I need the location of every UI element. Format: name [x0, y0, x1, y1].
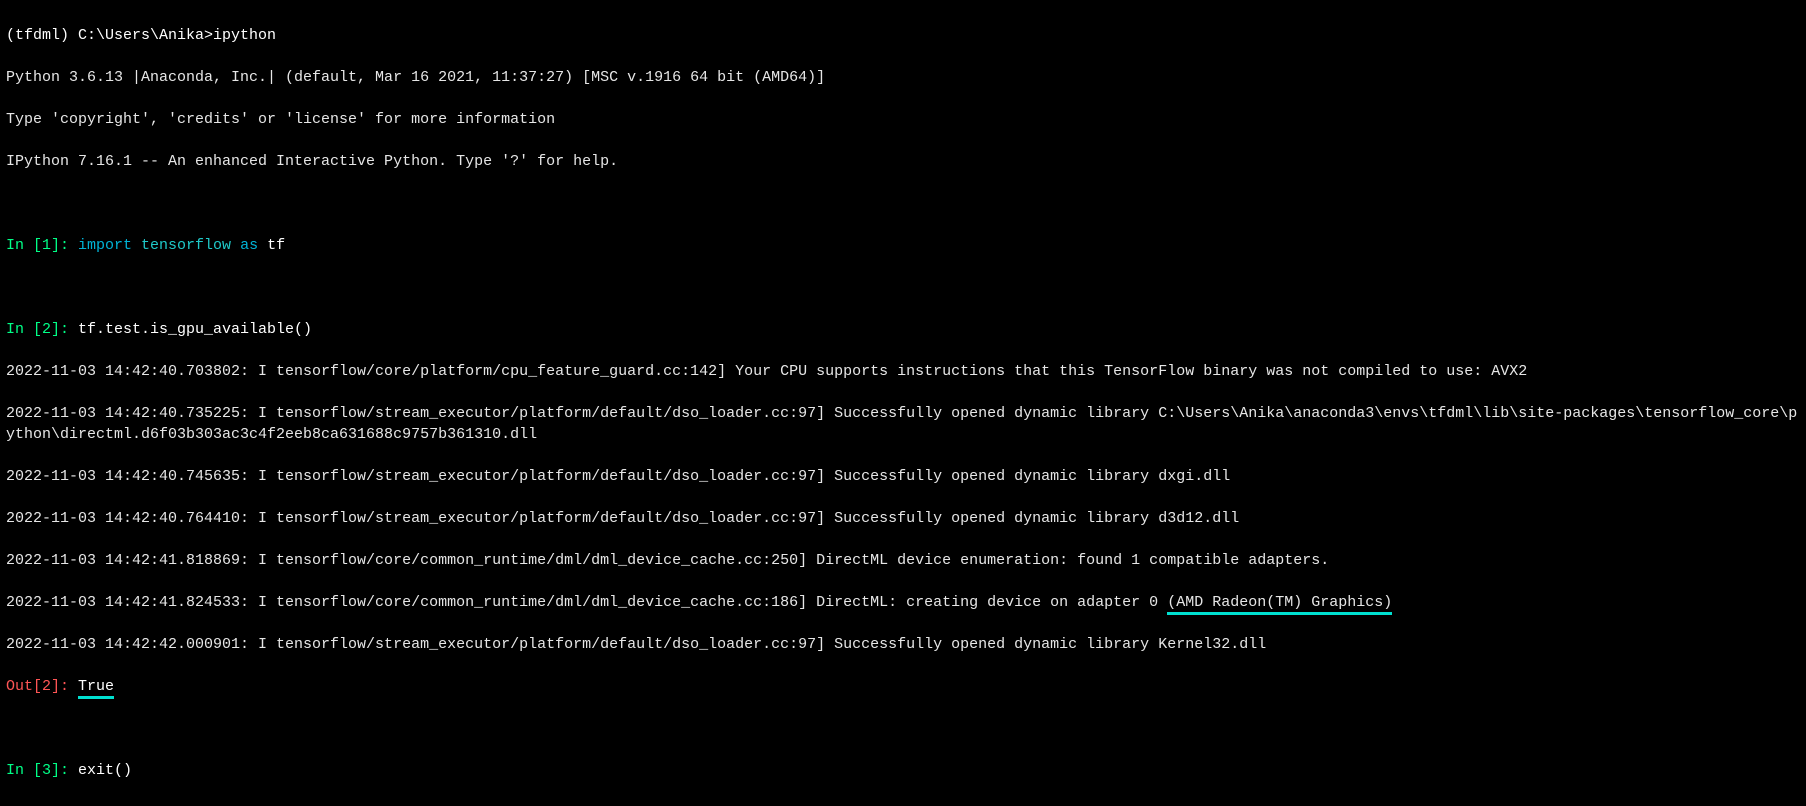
shell-prompt-line: (tfdml) C:\Users\Anika>ipython: [6, 25, 1800, 46]
blank-line: [6, 718, 1800, 739]
ipython-banner-line: IPython 7.16.1 -- An enhanced Interactiv…: [6, 151, 1800, 172]
log-line: 2022-11-03 14:42:40.764410: I tensorflow…: [6, 508, 1800, 529]
in-1-line: In [1]: import tensorflow as tf: [6, 235, 1800, 256]
module-name: tensorflow: [141, 237, 240, 254]
log-line: 2022-11-03 14:42:40.735225: I tensorflow…: [6, 403, 1800, 445]
python-type-line: Type 'copyright', 'credits' or 'license'…: [6, 109, 1800, 130]
keyword-import: import: [78, 237, 141, 254]
in-3-line: In [3]: exit(): [6, 760, 1800, 781]
log-line-adapter: 2022-11-03 14:42:41.824533: I tensorflow…: [6, 592, 1800, 613]
out-value: True: [78, 678, 114, 699]
shell-prompt: (tfdml) C:\Users\Anika>: [6, 27, 213, 44]
out-2-line: Out[2]: True: [6, 676, 1800, 697]
log-line: 2022-11-03 14:42:41.818869: I tensorflow…: [6, 550, 1800, 571]
gpu-adapter-name: (AMD Radeon(TM) Graphics): [1167, 594, 1392, 615]
keyword-as: as: [240, 237, 267, 254]
terminal-output[interactable]: (tfdml) C:\Users\Anika>ipython Python 3.…: [0, 0, 1806, 806]
blank-line: [6, 277, 1800, 298]
in-prompt: In [3]:: [6, 762, 78, 779]
shell-command: ipython: [213, 27, 276, 44]
log-line: 2022-11-03 14:42:40.745635: I tensorflow…: [6, 466, 1800, 487]
blank-line: [6, 193, 1800, 214]
in-2-line: In [2]: tf.test.is_gpu_available(): [6, 319, 1800, 340]
alias-name: tf: [267, 237, 285, 254]
in-prompt: In [1]:: [6, 237, 78, 254]
log-text: 2022-11-03 14:42:41.824533: I tensorflow…: [6, 594, 1167, 611]
out-prompt: Out[2]:: [6, 678, 78, 695]
log-line: 2022-11-03 14:42:40.703802: I tensorflow…: [6, 361, 1800, 382]
in-prompt: In [2]:: [6, 321, 78, 338]
code-text: tf.test.is_gpu_available(): [78, 321, 312, 338]
log-line: 2022-11-03 14:42:42.000901: I tensorflow…: [6, 634, 1800, 655]
python-version-line: Python 3.6.13 |Anaconda, Inc.| (default,…: [6, 67, 1800, 88]
code-text: exit(): [78, 762, 132, 779]
